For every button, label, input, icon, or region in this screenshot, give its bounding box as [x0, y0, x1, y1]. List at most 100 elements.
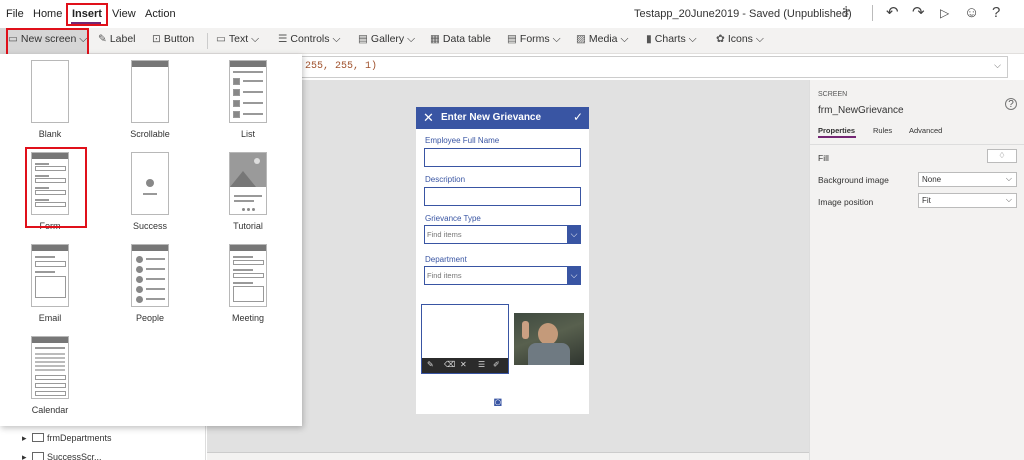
employee-name-label: Employee Full Name [425, 136, 500, 145]
insert-toolbar: ▭ New screen ⌵ ✎ Label ⊡ Button ▭ Text ⌵ ☰ Co… [0, 28, 1024, 54]
chevron-down-icon[interactable]: ⌵ [994, 60, 1001, 71]
chevron-down-icon[interactable]: ⌵ [567, 266, 581, 285]
media-menu[interactable]: ▨ Media ⌵ [576, 33, 628, 46]
tree-item-successscreen[interactable]: ▸ SuccessScr... [22, 452, 102, 460]
charts-menu[interactable]: ▮ Charts ⌵ [646, 33, 697, 46]
app-title: Testapp_20June2019 - Saved (Unpublished) [634, 8, 852, 20]
people-thumbnail [131, 244, 169, 307]
background-image-value: None [922, 175, 942, 184]
paint-bucket-icon: ♢ [998, 151, 1006, 160]
formula-bar[interactable]: 255, 255, 1) ⌵ [206, 56, 1008, 78]
line-width-icon[interactable]: ☰ [478, 360, 485, 369]
template-success[interactable]: Success [104, 152, 196, 231]
table-icon: ▦ [430, 33, 440, 45]
tab-rules[interactable]: Rules [873, 126, 892, 135]
screen-name[interactable]: frm_NewGrievance [818, 105, 904, 116]
template-label: Scrollable [130, 129, 170, 139]
camera-icon[interactable]: ◙ [494, 394, 502, 409]
employee-name-input[interactable] [424, 148, 581, 167]
icons-menu-label: Icons [727, 33, 753, 45]
menu-action[interactable]: Action [145, 8, 176, 20]
divider [872, 5, 873, 21]
template-blank[interactable]: Blank [4, 60, 96, 139]
formula-text: 255, 255, 1) [305, 61, 378, 72]
chevron-down-icon: ⌵ [1005, 195, 1012, 204]
tree-item-frmdepartments[interactable]: ▸ frmDepartments [22, 433, 112, 444]
template-label: Blank [38, 129, 62, 139]
tutorial-thumbnail [229, 152, 267, 215]
properties-panel: SCREEN frm_NewGrievance ? Properties Rul… [809, 80, 1024, 460]
template-people[interactable]: People [104, 244, 196, 323]
divider [810, 144, 1024, 145]
grievance-type-combobox[interactable]: Find items ⌵ [424, 225, 581, 244]
charts-icon: ▮ [646, 33, 652, 45]
text-menu[interactable]: ▭ Text ⌵ [216, 33, 259, 46]
pen-input[interactable]: ✎ ⌫ ✕ ☰ ✐ [421, 304, 509, 374]
new-screen-dropdown: Blank Scrollable List Form Success Tutor… [0, 54, 302, 426]
menu-home[interactable]: Home [33, 8, 62, 20]
screen-header: ✕ Enter New Grievance ✓ [416, 107, 589, 129]
department-combobox[interactable]: Find items ⌵ [424, 266, 581, 285]
department-label: Department [425, 255, 467, 264]
text-icon: ▭ [216, 33, 226, 45]
template-meeting[interactable]: Meeting [202, 244, 294, 323]
template-label: Tutorial [233, 221, 263, 231]
chevron-down-icon[interactable]: ⌵ [567, 225, 581, 244]
template-calendar[interactable]: Calendar [4, 336, 96, 415]
stethoscope-icon[interactable]: ⚕ [842, 4, 850, 22]
insert-highlight-box [66, 3, 108, 26]
tab-advanced[interactable]: Advanced [909, 126, 942, 135]
face-shape [538, 323, 558, 345]
template-email[interactable]: Email [4, 244, 96, 323]
fill-color-button[interactable]: ♢ [987, 149, 1017, 163]
fill-label: Fill [818, 153, 829, 163]
template-label: Email [38, 313, 62, 323]
button-button-label: Button [163, 33, 195, 45]
template-scrollable[interactable]: Scrollable [104, 60, 196, 139]
template-tutorial[interactable]: Tutorial [202, 152, 294, 231]
shirt-shape [528, 343, 570, 365]
button-button[interactable]: ⊡ Button [152, 33, 194, 45]
new-screen-highlight-box [6, 28, 89, 57]
menu-view[interactable]: View [112, 8, 136, 20]
forms-menu[interactable]: ▤ Forms ⌵ [507, 33, 561, 46]
controls-menu-label: Controls [290, 33, 330, 45]
pen-settings-icon[interactable]: ✐ [493, 360, 500, 369]
template-label: List [240, 129, 255, 139]
template-label: Success [132, 221, 167, 231]
forms-icon: ▤ [507, 33, 517, 45]
description-input[interactable] [424, 187, 581, 206]
user-icon[interactable]: ☺ [964, 4, 979, 22]
image-position-select[interactable]: Fit ⌵ [918, 193, 1017, 208]
gallery-menu[interactable]: ▤ Gallery ⌵ [358, 33, 415, 46]
media-menu-label: Media [588, 33, 618, 45]
eraser-icon[interactable]: ⌫ [444, 360, 455, 369]
play-icon[interactable]: ▷ [940, 4, 949, 22]
label-button-label: Label [109, 33, 136, 45]
help-icon[interactable]: ? [992, 4, 1000, 22]
controls-menu[interactable]: ☰ Controls ⌵ [278, 33, 340, 46]
background-image-select[interactable]: None ⌵ [918, 172, 1017, 187]
redo-icon[interactable]: ↷ [912, 4, 925, 22]
undo-icon[interactable]: ↶ [886, 4, 899, 22]
label-button[interactable]: ✎ Label [98, 33, 136, 45]
tree-item-label: SuccessScr... [47, 452, 102, 460]
menu-file[interactable]: File [6, 8, 24, 20]
pen-draw-icon[interactable]: ✎ [427, 360, 434, 369]
gallery-menu-label: Gallery [370, 33, 405, 45]
data-table-button[interactable]: ▦ Data table [430, 33, 491, 45]
tab-properties[interactable]: Properties [818, 126, 855, 135]
email-thumbnail [31, 244, 69, 307]
close-icon[interactable]: ✕ [423, 110, 434, 126]
check-icon[interactable]: ✓ [573, 110, 583, 124]
button-icon: ⊡ [152, 33, 161, 45]
list-thumbnail [229, 60, 267, 123]
template-list[interactable]: List [202, 60, 294, 139]
icons-menu[interactable]: ✿ Icons ⌵ [716, 33, 764, 46]
department-placeholder: Find items [427, 271, 462, 280]
template-label: Calendar [31, 405, 69, 415]
form-template-highlight-box [25, 147, 87, 228]
clear-icon[interactable]: ✕ [460, 360, 467, 369]
success-thumbnail [131, 152, 169, 215]
help-icon[interactable]: ? [1005, 98, 1017, 110]
